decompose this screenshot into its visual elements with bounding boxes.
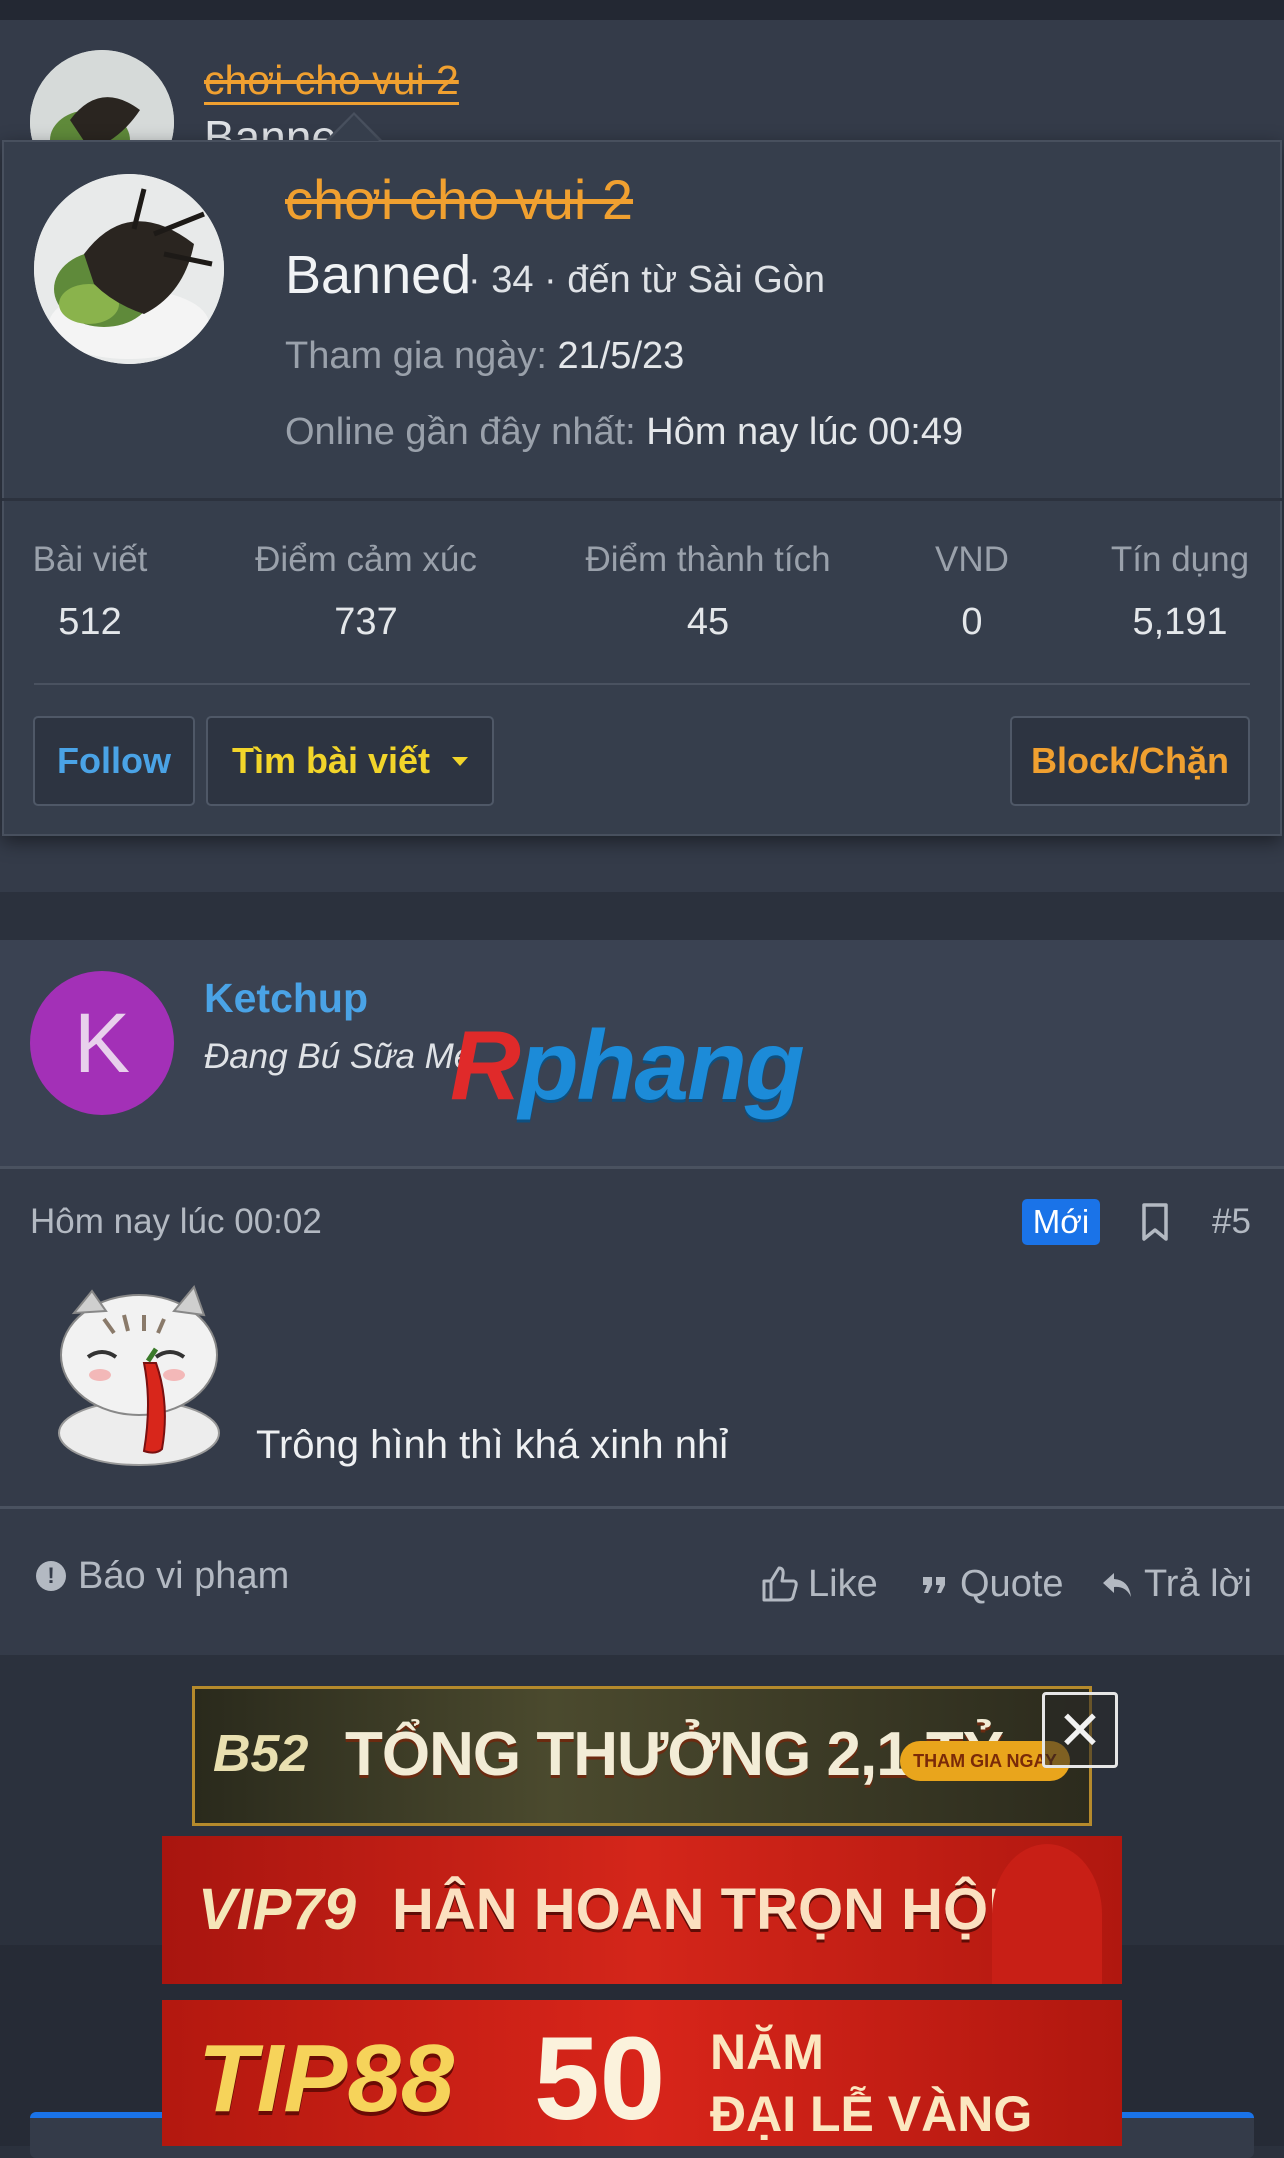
ad3-line1: NĂM xyxy=(710,2024,824,2080)
new-badge-label: Mới xyxy=(1032,1203,1090,1240)
post2-body: Trông hình thì khá xinh nhỉ xyxy=(256,1423,729,1467)
ad-banner-3[interactable]: TIP88 50 NĂM ĐẠI LỄ VÀNG xyxy=(162,2000,1122,2146)
report-label: Báo vi phạm xyxy=(78,1555,290,1597)
ad3-logo: TIP88 xyxy=(198,2025,455,2132)
post-gap xyxy=(0,892,1284,940)
site-watermark: Rphang xyxy=(450,1010,805,1120)
popup-arrow-inner xyxy=(329,115,379,141)
watermark-part-b: phang xyxy=(518,1010,805,1120)
popup-username[interactable]: chơi cho vui 2 xyxy=(285,170,633,230)
post2-timestamp[interactable]: Hôm nay lúc 00:02 xyxy=(30,1200,322,1244)
ad-banner-2[interactable]: VIP79 HÂN HOAN TRỌN HỘI xyxy=(162,1836,1122,1984)
block-button[interactable]: Block/Chặn xyxy=(1010,716,1250,806)
post2-user-title: Đang Bú Sữa Mẹ xyxy=(204,1037,474,1076)
stats-divider xyxy=(34,683,1250,685)
ad2-logo: VIP79 xyxy=(198,1877,356,1942)
post1-username[interactable]: chơi cho vui 2 xyxy=(204,58,459,105)
popup-user-title: Banned xyxy=(285,245,472,305)
new-badge: Mới xyxy=(1022,1199,1100,1245)
post2-header-divider xyxy=(0,1166,1284,1169)
popup-last-seen: Online gần đây nhất: Hôm nay lúc 00:49 xyxy=(285,410,963,454)
stat-value: 45 xyxy=(686,601,730,643)
ad1-logo: B52 xyxy=(213,1725,309,1783)
post2-username[interactable]: Ketchup xyxy=(204,975,368,1021)
bookmark-icon[interactable] xyxy=(1140,1202,1170,1242)
cat-sticker-image xyxy=(58,1285,220,1466)
joined-label: Tham gia ngày: xyxy=(285,335,547,377)
popup-avatar[interactable] xyxy=(34,174,224,364)
close-icon: ✕ xyxy=(1057,1700,1103,1761)
quote-icon xyxy=(923,1577,945,1593)
ad3-line2: ĐẠI LỄ VÀNG xyxy=(710,2086,1033,2142)
post2-avatar[interactable]: K xyxy=(30,971,174,1115)
stat-posts[interactable]: Bài viết 512 xyxy=(20,540,160,644)
ad-banner-1[interactable]: B52 TỔNG THƯỞNG 2,1 TỶ THAM GIA NGAY xyxy=(192,1686,1092,1826)
popup-divider xyxy=(2,498,1282,501)
stat-value: 0 xyxy=(961,601,983,643)
reply-icon xyxy=(1103,1573,1131,1597)
ad2-text: HÂN HOAN TRỌN HỘI xyxy=(392,1877,1005,1942)
like-label: Like xyxy=(808,1563,878,1605)
stat-label: Tín dụng xyxy=(1110,540,1250,579)
reply-button[interactable]: Trả lời xyxy=(1100,1562,1252,1606)
stat-value: 737 xyxy=(334,601,398,643)
quote-button[interactable]: Quote xyxy=(920,1562,1064,1606)
stat-value: 512 xyxy=(58,601,122,643)
watermark-part-a: R xyxy=(450,1010,521,1120)
avatar-letter: K xyxy=(73,995,131,1090)
stat-label: VND xyxy=(935,540,1009,579)
post-number[interactable]: #5 xyxy=(1212,1200,1251,1244)
quote-label: Quote xyxy=(960,1563,1064,1605)
stat-value: 5,191 xyxy=(1132,601,1228,643)
stat-trophies[interactable]: Điểm thành tích 45 xyxy=(566,540,850,644)
last-seen-value: Hôm nay lúc 00:49 xyxy=(646,411,964,453)
joined-value: 21/5/23 xyxy=(557,335,685,377)
reply-label: Trả lời xyxy=(1144,1563,1252,1605)
avatar-image xyxy=(34,174,224,364)
popup-user-meta: · 34 · đến từ Sài Gòn xyxy=(468,259,826,301)
top-strip xyxy=(0,0,1284,20)
block-label: Block/Chặn xyxy=(1030,740,1230,781)
last-seen-label: Online gần đây nhất: xyxy=(285,411,636,453)
ad3-number: 50 xyxy=(534,2013,666,2145)
stat-reactions[interactable]: Điểm cảm xúc 737 xyxy=(236,540,496,644)
stat-vnd[interactable]: VND 0 xyxy=(912,540,1032,644)
popup-joined: Tham gia ngày: 21/5/23 xyxy=(285,334,684,378)
find-posts-button[interactable]: Tìm bài viết xyxy=(206,716,494,806)
like-icon xyxy=(762,1566,798,1602)
close-ad-button[interactable]: ✕ xyxy=(1042,1692,1118,1768)
stat-label: Điểm cảm xúc xyxy=(255,540,477,579)
post2-footer-divider xyxy=(0,1506,1284,1509)
report-icon: ! xyxy=(36,1561,66,1591)
caret-down-icon xyxy=(452,756,469,766)
report-link[interactable]: ! Báo vi phạm xyxy=(36,1554,289,1598)
follow-label: Follow xyxy=(57,740,171,781)
stat-label: Bài viết xyxy=(32,540,148,579)
find-posts-label: Tìm bài viết xyxy=(231,740,431,781)
like-button[interactable]: Like xyxy=(760,1562,878,1606)
stat-credit[interactable]: Tín dụng 5,191 xyxy=(1096,540,1264,644)
follow-button[interactable]: Follow xyxy=(33,716,195,806)
ad2-player-image xyxy=(992,1844,1102,1984)
stat-label: Điểm thành tích xyxy=(585,540,831,579)
